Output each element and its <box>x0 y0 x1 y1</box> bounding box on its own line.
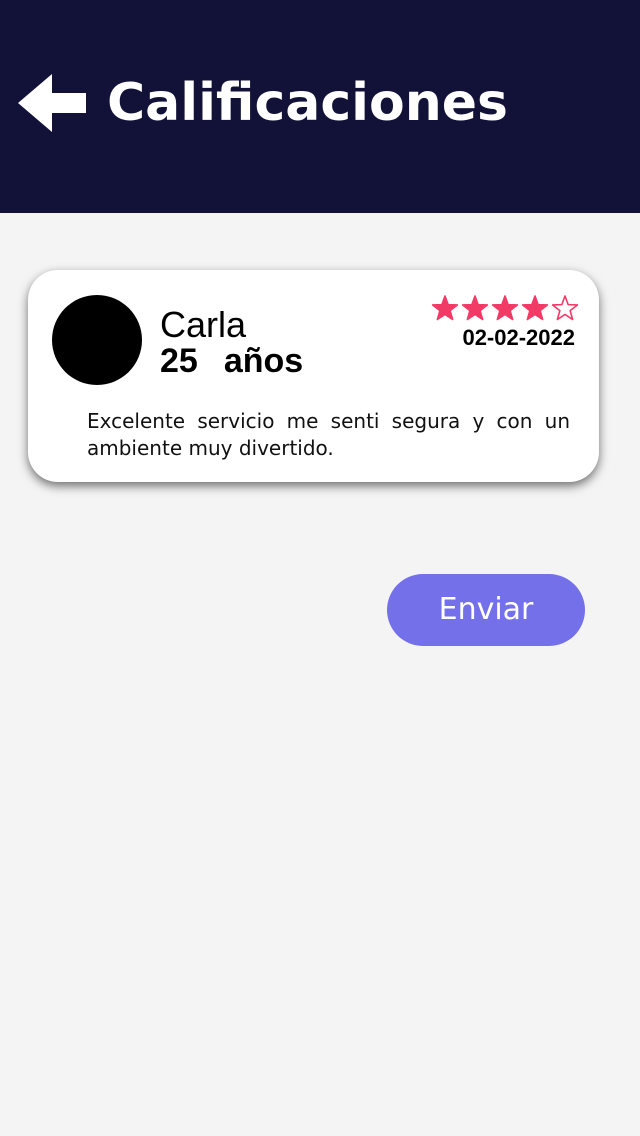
review-date: 02-02-2022 <box>462 325 575 350</box>
reviewer-age-unit: años <box>223 342 304 380</box>
app-header: Calificaciones <box>0 0 640 213</box>
star-filled-icon <box>461 295 489 321</box>
star-filled-icon <box>491 295 519 321</box>
reviewer-age: 25 años <box>160 342 303 380</box>
star-filled-icon <box>431 295 459 321</box>
arrow-left-icon <box>18 74 86 132</box>
send-button[interactable]: Enviar <box>387 574 585 646</box>
star-outline-icon <box>551 295 579 321</box>
reviewer-age-value: 25 <box>160 342 198 380</box>
star-rating <box>430 294 580 322</box>
star-filled-icon <box>521 295 549 321</box>
page-title: Calificaciones <box>107 73 508 133</box>
back-button[interactable] <box>16 72 88 134</box>
reviewer-name: Carla <box>160 304 247 345</box>
review-text: Excelente servicio me senti segura y con… <box>87 409 570 460</box>
avatar <box>52 295 142 385</box>
review-card: Carla 25 años 02-02-2022 Excelente servic… <box>28 270 599 482</box>
